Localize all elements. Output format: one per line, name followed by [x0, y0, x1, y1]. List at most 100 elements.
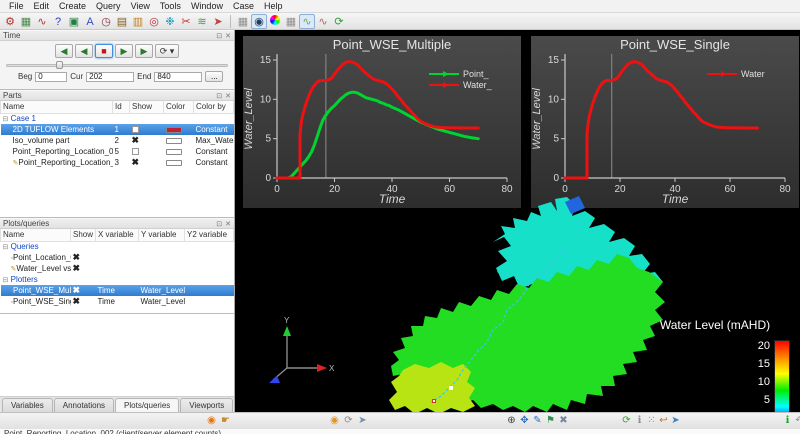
beg-time-input[interactable]: [35, 72, 67, 82]
plots-panel-close-icon[interactable]: ✕: [225, 220, 231, 228]
step-end-button[interactable]: ▶: [135, 44, 153, 58]
undo-icon[interactable]: ↶: [793, 414, 800, 427]
plots-group-row[interactable]: ⊟ Queries: [1, 241, 234, 252]
part-row[interactable]: ✎Point_Reporting_Location_0023✖Constant: [1, 157, 234, 168]
parts-col-show[interactable]: Show: [130, 101, 164, 113]
step-back-button[interactable]: ◀: [75, 44, 93, 58]
plot-row[interactable]: ▫Point_Location_0...✖: [1, 252, 234, 263]
show-checkbox[interactable]: ✖: [73, 296, 81, 306]
visibility-eye-icon[interactable]: ◉: [251, 14, 267, 29]
menu-view[interactable]: View: [126, 1, 155, 11]
time-panel-undock-icon[interactable]: ⊡: [216, 32, 222, 40]
show-checkbox[interactable]: ✖: [132, 135, 140, 145]
part-color-swatch[interactable]: [166, 127, 182, 133]
zoom-in-icon[interactable]: ⊕: [505, 414, 518, 427]
show-checkbox[interactable]: ✖: [132, 157, 140, 167]
part-color-swatch[interactable]: [166, 149, 182, 155]
time-more-button[interactable]: ...: [205, 71, 223, 82]
show-checkbox[interactable]: [132, 148, 139, 155]
parts-panel-undock-icon[interactable]: ⊡: [216, 92, 222, 100]
tab-variables[interactable]: Variables: [2, 398, 53, 412]
refresh-view-icon[interactable]: ⟳: [331, 15, 347, 30]
time-slider[interactable]: [6, 61, 228, 69]
part-color-swatch[interactable]: [166, 138, 182, 144]
time-panel-close-icon[interactable]: ✕: [225, 32, 231, 40]
clip-scissors-icon[interactable]: ✂: [178, 15, 194, 30]
step-begin-button[interactable]: ◀: [55, 44, 73, 58]
menu-file[interactable]: File: [4, 1, 29, 11]
plots-col-name[interactable]: Name: [1, 229, 71, 241]
book-icon[interactable]: ▤: [114, 15, 130, 30]
flag-tool-icon[interactable]: ⚑: [544, 414, 557, 427]
viewport-tool-icon[interactable]: ▣: [66, 15, 82, 30]
cur-time-input[interactable]: [86, 72, 134, 82]
group-expander-icon[interactable]: ⊟: [3, 244, 9, 251]
parts-col-id[interactable]: Id: [113, 101, 130, 113]
tab-annotations[interactable]: Annotations: [54, 398, 114, 412]
plots-col-show[interactable]: Show: [71, 229, 96, 241]
water-drops-icon[interactable]: ❉: [162, 15, 178, 30]
part-color-swatch[interactable]: [166, 160, 182, 166]
menu-help[interactable]: Help: [259, 1, 288, 11]
grid-tool-icon[interactable]: ▦: [235, 15, 251, 30]
line-tool-icon[interactable]: ✎: [531, 414, 544, 427]
query-probe-icon[interactable]: ?: [50, 15, 66, 30]
plot-visible-icon[interactable]: ∿: [299, 14, 315, 29]
annotation-tool-icon[interactable]: A: [82, 15, 98, 30]
plot-row[interactable]: ✎Water_Level vs. T...✖: [1, 263, 234, 274]
time-slider-handle[interactable]: [56, 61, 63, 69]
plot-small-icon[interactable]: ∿: [315, 15, 331, 30]
probe-magnifier-icon[interactable]: ◎: [146, 15, 162, 30]
step-forward-button[interactable]: ▶: [115, 44, 133, 58]
show-checkbox[interactable]: ✖: [73, 285, 81, 295]
end-time-input[interactable]: [154, 72, 202, 82]
particle-trace-icon[interactable]: ➤: [210, 15, 226, 30]
case-expander-icon[interactable]: ⊟: [3, 116, 9, 123]
time-clock-icon[interactable]: ◷: [98, 15, 114, 30]
parts-col-name[interactable]: Name: [1, 101, 113, 113]
part-row[interactable]: 2D TUFLOW Elements1Constant: [1, 124, 234, 135]
loop-button[interactable]: ⟳ ▾: [155, 44, 179, 58]
tab-plots-queries[interactable]: Plots/queries: [115, 398, 179, 413]
graphics-viewport[interactable]: 020406080051015Point_WSE_MultipleTimeWat…: [235, 30, 800, 412]
plots-col-y-variable[interactable]: Y variable: [139, 229, 185, 241]
group-expander-icon[interactable]: ⊟: [3, 277, 9, 284]
menu-edit[interactable]: Edit: [29, 1, 55, 11]
menu-window[interactable]: Window: [186, 1, 228, 11]
part-row[interactable]: Iso_volume part2✖Max_Water_Level: [1, 135, 234, 146]
pick-hand-icon[interactable]: ☛: [219, 414, 232, 427]
delete-tool-icon[interactable]: ✖: [557, 414, 570, 427]
parts-panel-close-icon[interactable]: ✕: [225, 92, 231, 100]
magic-pick-icon[interactable]: ➤: [356, 414, 369, 427]
menu-tools[interactable]: Tools: [155, 1, 186, 11]
menu-create[interactable]: Create: [54, 1, 91, 11]
create-gears-icon[interactable]: ⚙: [2, 15, 18, 30]
plot-row[interactable]: ▫Point_WSE_Multi...✖TimeWater_Level: [1, 285, 234, 296]
parts-col-color-by[interactable]: Color by: [194, 101, 234, 113]
streamline-icon[interactable]: ≋: [194, 15, 210, 30]
refresh-scene-icon[interactable]: ⟳: [342, 414, 355, 427]
color-palette-icon[interactable]: [267, 13, 283, 28]
plots-col-x-variable[interactable]: X variable: [96, 229, 139, 241]
plots-col-y2-variable[interactable]: Y2 variable: [185, 229, 234, 241]
part-row[interactable]: Point_Reporting_Location_0015Constant: [1, 146, 234, 157]
calculator-icon[interactable]: ▦: [18, 15, 34, 30]
plot-row[interactable]: ▫Point_WSE_Single✖TimeWater_Level: [1, 296, 234, 307]
toolbox-icon[interactable]: ▥: [130, 15, 146, 30]
tab-viewports[interactable]: Viewports: [180, 398, 233, 412]
plot-tool-icon[interactable]: ∿: [34, 15, 50, 30]
menu-query[interactable]: Query: [91, 1, 126, 11]
pan-move-icon[interactable]: ✥: [518, 414, 531, 427]
parts-case-row[interactable]: ⊟ Case 1: [1, 113, 234, 124]
show-checkbox[interactable]: ✖: [73, 252, 81, 262]
plots-group-row[interactable]: ⊟ Plotters: [1, 274, 234, 285]
selection-mode-icon[interactable]: ◉: [328, 414, 341, 427]
trace-arrow-icon[interactable]: ➤: [669, 414, 682, 427]
record-indicator-icon[interactable]: ◉: [205, 414, 218, 427]
plots-panel-undock-icon[interactable]: ⊡: [216, 220, 222, 228]
legend-grid-icon[interactable]: ▦: [283, 15, 299, 30]
show-checkbox[interactable]: [132, 126, 139, 133]
parts-col-color[interactable]: Color: [164, 101, 194, 113]
update-cycle-icon[interactable]: ⟳: [620, 414, 633, 427]
stop-button[interactable]: ■: [95, 44, 113, 58]
